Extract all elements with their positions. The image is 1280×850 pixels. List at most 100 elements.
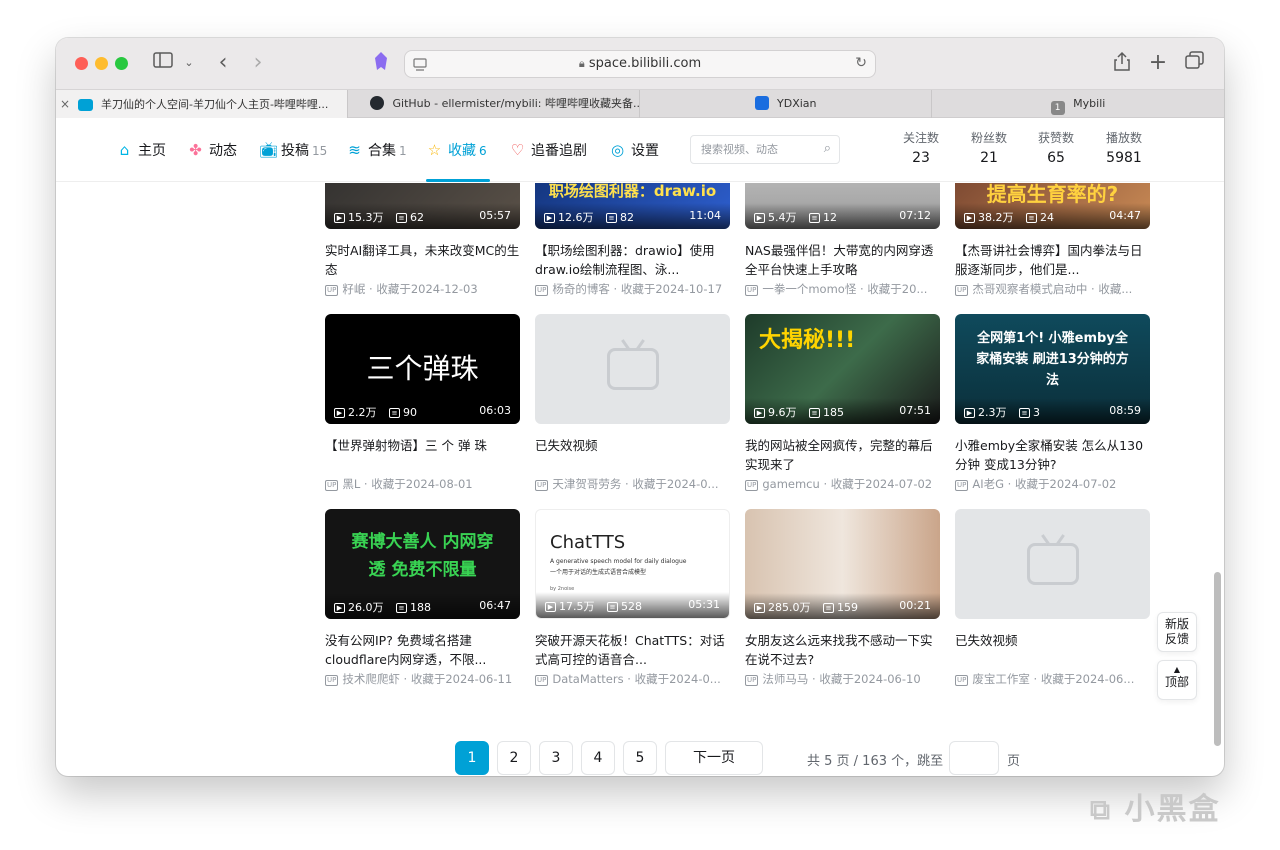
nav-uploads[interactable]: 📺︎ 投稿 15 [259,140,327,160]
close-window-button[interactable] [75,57,88,70]
uploader-name[interactable]: 籽岷 [342,282,365,296]
back-arrow-icon[interactable]: ‹ [214,51,232,75]
view-count: 2.2万 [348,406,377,419]
reload-icon[interactable]: ↻ [855,55,867,71]
jump-page-input[interactable] [949,741,999,775]
page-button-1[interactable]: 1 [455,741,489,775]
nav-favorites[interactable]: ☆ 收藏 6 [426,140,487,160]
video-card[interactable]: 提高生育率的? ▶ 38.2万 ≡ 24 04:47 【杰哥讲社会博弈】国内拳法与日… [955,183,1150,297]
uploader-name[interactable]: 杨奇的博客 [552,282,610,296]
video-thumbnail[interactable]: ▶ 285.0万 ≡ 159 00:21 [745,509,940,619]
video-card[interactable]: ▶ 285.0万 ≡ 159 00:21 女朋友这么远来找我不感动一下实在说不过去?… [745,509,940,687]
uploader-name[interactable]: 杰哥观察者模式启动中 [972,282,1087,296]
uploader-name[interactable]: 一拳一个momo怪 [762,282,856,296]
tab-ydxian[interactable]: YDXian [640,90,932,118]
sidebar-toggle-icon[interactable] [152,51,174,75]
stat-following[interactable]: 关注数 23 [893,129,949,166]
video-card[interactable]: 职场绘图利器：draw.io ▶ 12.6万 ≡ 82 11:04 【职场绘图利器：… [535,183,730,297]
video-title[interactable]: 突破开源天花板！ChatTTS：对话式高可控的语音合... [535,631,730,669]
video-card[interactable]: 赛博大善人 内网穿透 免费不限量 ▶ 26.0万 ≡ 188 06:47 没有公网I… [325,509,520,687]
search-icon[interactable]: ⌕ [824,141,831,156]
video-thumbnail[interactable]: 三个弹珠 ▶ 2.2万 ≡ 90 06:03 [325,314,520,424]
stat-followers[interactable]: 粉丝数 21 [961,129,1017,166]
video-subline: UP 一拳一个momo怪 · 收藏于20... [745,282,928,296]
uploader-name[interactable]: gamemcu [762,477,819,491]
video-subline: UP 黑L · 收藏于2024-08-01 [325,477,473,491]
video-title[interactable]: 【杰哥讲社会博弈】国内拳法与日服逐渐同步，他们是... [955,241,1150,279]
video-card[interactable]: 大揭秘!!! ▶ 9.6万 ≡ 185 07:51 我的网站被全网疯传，完整的幕后实… [745,314,940,492]
up-badge-icon: UP [955,675,969,686]
forward-arrow-icon[interactable]: › [249,51,267,75]
video-card[interactable]: 三个弹珠 ▶ 2.2万 ≡ 90 06:03 【世界弹射物语】三 个 弹 珠 UP 黑… [325,314,520,492]
nav-settings[interactable]: ◎ 设置 [609,140,659,160]
share-icon[interactable] [1112,51,1132,75]
invalid-video-thumbnail[interactable] [955,509,1150,619]
uploader-name[interactable]: 天津贺哥劳务 [552,477,621,491]
video-thumbnail[interactable]: 大揭秘!!! ▶ 9.6万 ≡ 185 07:51 [745,314,940,424]
video-thumbnail[interactable]: 职场绘图利器：draw.io ▶ 12.6万 ≡ 82 11:04 [535,183,730,229]
page-button-3[interactable]: 3 [539,741,573,775]
extension-icon[interactable] [371,51,391,75]
video-thumbnail[interactable]: 赛博大善人 内网穿透 免费不限量 ▶ 26.0万 ≡ 188 06:47 [325,509,520,619]
favorited-date: 收藏于2024-0... [634,672,721,686]
scrollbar-thumb[interactable] [1214,572,1221,746]
address-bar[interactable]: 🔒︎ space.bilibili.com ↻ [404,50,876,78]
tab-mybili[interactable]: 1 Mybili [932,90,1224,118]
search-input[interactable] [691,136,809,163]
video-title[interactable]: 已失效视频 [535,436,730,474]
nav-collections[interactable]: ≋ 合集 1 [346,140,406,160]
uploader-name[interactable]: DataMatters [552,672,623,686]
video-card[interactable]: ChatTTS A generative speech model for da… [535,509,730,687]
video-card[interactable]: 全网第1个! 小雅emby全家桶安装 刷进13分钟的方法 ▶ 2.3万 ≡ 3 08… [955,314,1150,492]
video-thumbnail[interactable]: ▶ 15.3万 ≡ 62 05:57 [325,183,520,229]
video-subline: UP DataMatters · 收藏于2024-0... [535,672,721,686]
tab-overview-icon[interactable] [1184,51,1206,75]
video-thumbnail[interactable]: 全网第1个! 小雅emby全家桶安装 刷进13分钟的方法 ▶ 2.3万 ≡ 3 08… [955,314,1150,424]
stat-label: 关注数 [902,131,939,145]
video-card[interactable]: 已失效视频 UP 天津贺哥劳务 · 收藏于2024-0... [535,314,730,492]
video-title[interactable]: NAS最强伴侣！大带宽的内网穿透全平台快速上手攻略 [745,241,940,279]
tab-github[interactable]: GitHub - ellermister/mybili: 哔哩哔哩收藏夹备... [348,90,640,118]
back-to-top-button[interactable]: ▲ 顶部 [1157,660,1197,700]
video-card[interactable]: ▶ 5.4万 ≡ 12 07:12 NAS最强伴侣！大带宽的内网穿透全平台快速上手攻… [745,183,940,297]
invalid-video-thumbnail[interactable] [535,314,730,424]
page-button-2[interactable]: 2 [497,741,531,775]
video-thumbnail[interactable]: 提高生育率的? ▶ 38.2万 ≡ 24 04:47 [955,183,1150,229]
danmaku-icon: ≡ [823,603,834,613]
danmaku-icon: ≡ [606,213,617,223]
page-button-4[interactable]: 4 [581,741,615,775]
uploader-name[interactable]: 黑L [342,477,360,491]
video-thumbnail[interactable]: ChatTTS A generative speech model for da… [535,509,730,619]
video-duration: 07:51 [899,404,931,417]
video-card[interactable]: 已失效视频 UP 废宝工作室 · 收藏于2024-06... [955,509,1150,687]
zoom-window-button[interactable] [115,57,128,70]
close-tab-icon[interactable]: × [56,90,74,118]
video-title[interactable]: 【职场绘图利器：drawio】使用draw.io绘制流程图、泳... [535,241,730,279]
uploader-name[interactable]: 废宝工作室 [972,672,1030,686]
video-card[interactable]: ▶ 15.3万 ≡ 62 05:57 实时AI翻译工具，未来改变MC的生态 UP 籽岷… [325,183,520,297]
chevron-down-icon[interactable]: ⌄ [182,51,196,75]
video-title[interactable]: 我的网站被全网疯传，完整的幕后实现来了 [745,436,940,474]
video-title[interactable]: 已失效视频 [955,631,1150,669]
video-title[interactable]: 没有公网IP? 免费域名搭建cloudflare内网穿透，不限... [325,631,520,669]
page-scrollbar[interactable] [1212,118,1224,776]
uploader-name[interactable]: AI老G [972,477,1004,491]
video-title[interactable]: 实时AI翻译工具，未来改变MC的生态 [325,241,520,279]
nav-dynamic[interactable]: ✤ 动态 [187,140,237,160]
page-button-5[interactable]: 5 [623,741,657,775]
nav-home[interactable]: ⌂ 主页 [116,140,166,160]
video-duration: 05:31 [688,598,720,611]
active-tab-underline [426,179,490,182]
minimize-window-button[interactable] [95,57,108,70]
video-title[interactable]: 【世界弹射物语】三 个 弹 珠 [325,436,520,474]
video-thumbnail[interactable]: ▶ 5.4万 ≡ 12 07:12 [745,183,940,229]
tab-bilibili-space[interactable]: × 羊刀仙的个人空间-羊刀仙个人主页-哔哩哔哩... [56,90,348,118]
uploader-name[interactable]: 技术爬爬虾 [342,672,400,686]
feedback-button[interactable]: 新版反馈 [1157,612,1197,652]
video-title[interactable]: 女朋友这么远来找我不感动一下实在说不过去? [745,631,940,669]
video-title[interactable]: 小雅emby全家桶安装 怎么从130分钟 变成13分钟? [955,436,1150,474]
new-tab-icon[interactable]: + [1148,51,1168,75]
nav-bangumi[interactable]: ♡ 追番追剧 [509,140,587,160]
next-page-button[interactable]: 下一页 [665,741,763,775]
uploader-name[interactable]: 法师马马 [762,672,808,686]
